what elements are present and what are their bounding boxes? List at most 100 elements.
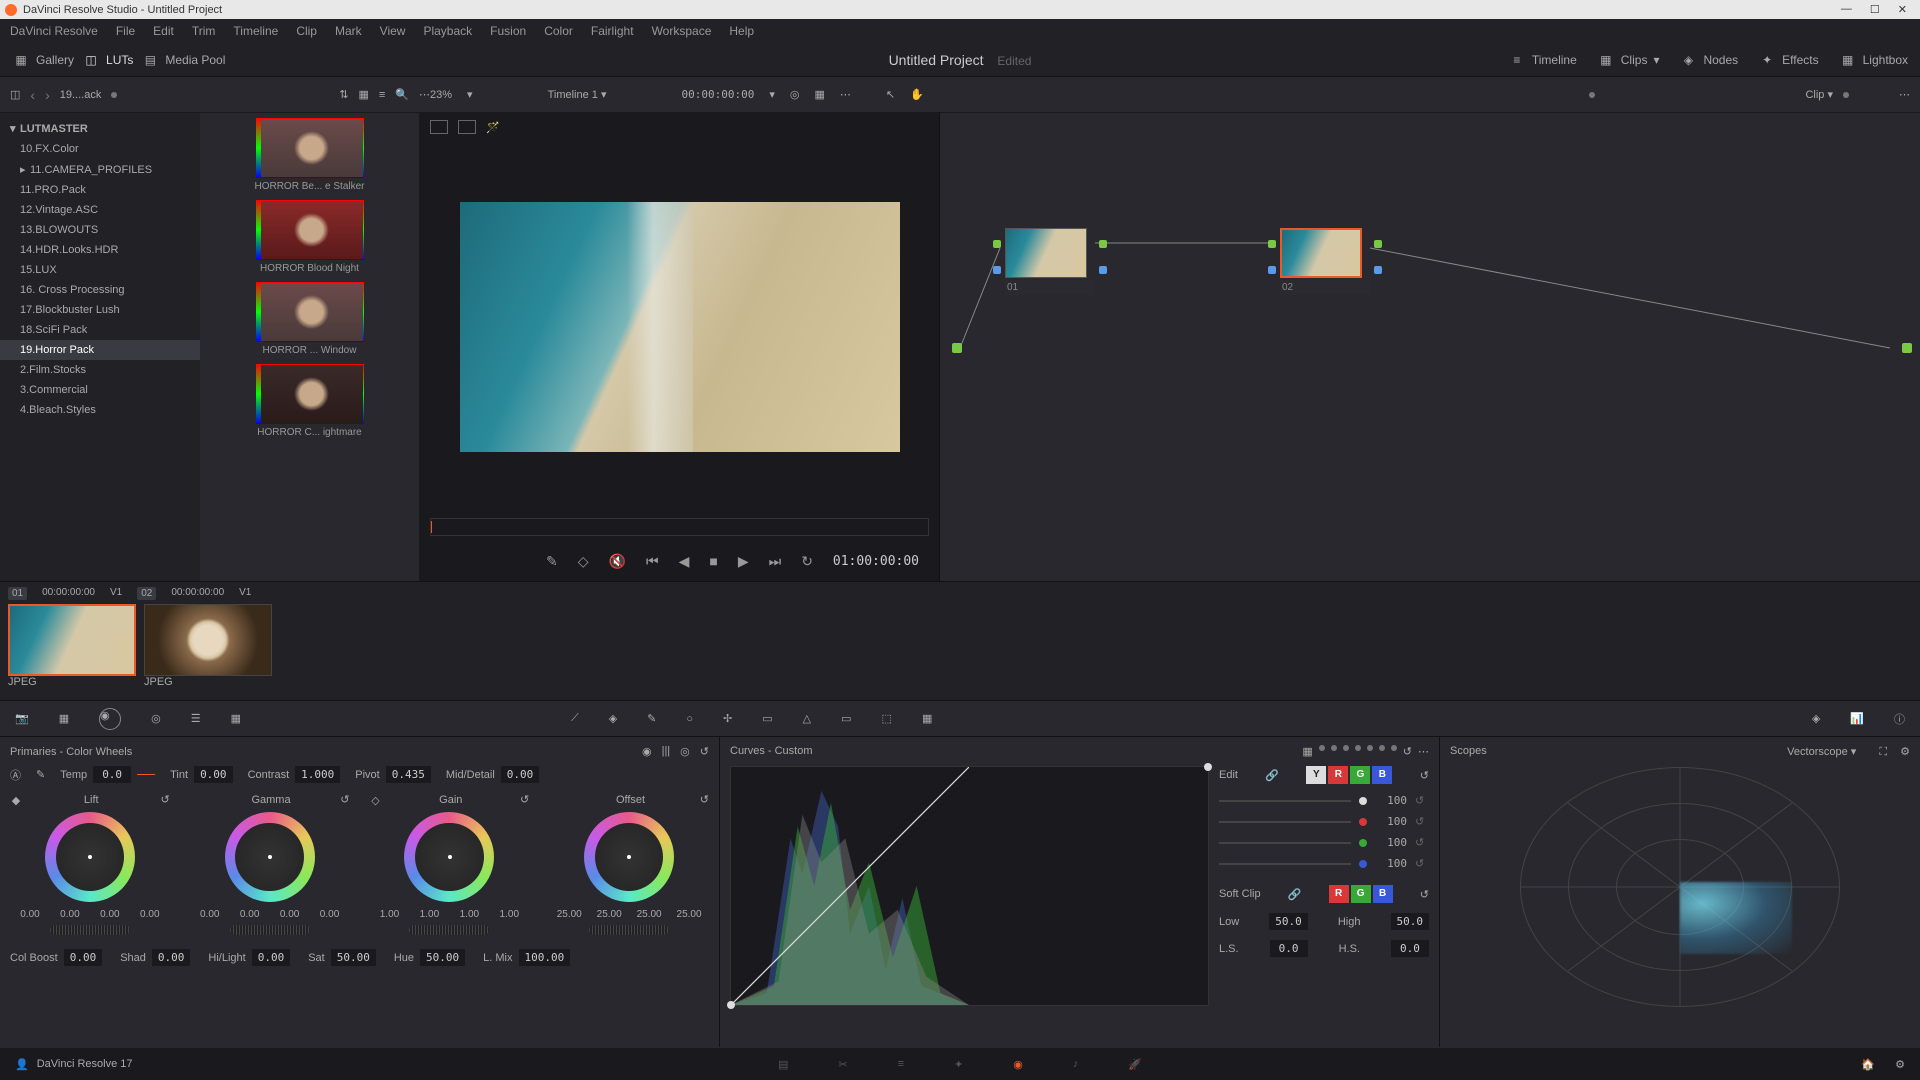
tree-item[interactable]: 10.FX.Color (0, 139, 200, 159)
timeline-button[interactable]: ≡Timeline (1508, 51, 1577, 69)
prev-clip-button[interactable]: ⏮ (646, 553, 659, 570)
menu-trim[interactable]: Trim (192, 24, 216, 38)
tree-item[interactable]: 15.LUX (0, 260, 200, 280)
mediapool-button[interactable]: ▤Media Pool (141, 51, 225, 69)
black-point-picker-icon[interactable]: ◆ (10, 794, 22, 806)
settings-icon[interactable]: ⚙ (1895, 1058, 1905, 1071)
shad-value[interactable]: 0.00 (152, 949, 191, 966)
node-graph[interactable]: 01 02 (940, 113, 1920, 581)
tree-item[interactable]: 13.BLOWOUTS (0, 220, 200, 240)
pointer-icon[interactable]: ↖ (886, 88, 895, 101)
menu-timeline[interactable]: Timeline (233, 24, 278, 38)
hue-value[interactable]: 50.00 (420, 949, 465, 966)
color-page-icon[interactable]: ◉ (1013, 1058, 1023, 1071)
tree-item[interactable]: 14.HDR.Looks.HDR (0, 240, 200, 260)
viewer-split-icon[interactable] (458, 120, 476, 134)
effects-button[interactable]: ✦Effects (1758, 51, 1818, 69)
lightbox-button[interactable]: ▦Lightbox (1839, 51, 1908, 69)
wheel-mode-icon[interactable]: ◉ (642, 745, 652, 758)
tint-value[interactable]: 0.00 (194, 766, 233, 783)
gain-master-slider[interactable] (409, 925, 489, 935)
channel-y-button[interactable]: Y (1306, 766, 1326, 784)
sat-value[interactable]: 50.00 (331, 949, 376, 966)
temp-value[interactable]: 0.0 (93, 766, 131, 783)
softclip-link-icon[interactable]: 🔗 (1288, 888, 1302, 901)
more-icon[interactable]: ⋯ (419, 88, 430, 101)
graph-input-port[interactable] (952, 343, 962, 353)
lift-reset-icon[interactable]: ↺ (161, 793, 170, 806)
low-value[interactable]: 50.0 (1269, 913, 1308, 930)
color-wheels-icon[interactable]: ◉ (99, 708, 121, 730)
nodes-button[interactable]: ◈Nodes (1679, 51, 1738, 69)
fairlight-page-icon[interactable]: ♪ (1073, 1058, 1079, 1071)
search-icon[interactable]: 🔍 (395, 88, 409, 101)
gamma-master-slider[interactable] (230, 925, 310, 935)
hand-icon[interactable]: ✋ (910, 88, 924, 101)
tree-item-active[interactable]: 19.Horror Pack (0, 340, 200, 360)
info-icon[interactable]: ⓘ (1894, 711, 1905, 727)
curve-handle[interactable] (1204, 763, 1212, 771)
node-01[interactable]: 01 (1005, 228, 1095, 295)
offset-wheel[interactable] (584, 812, 674, 902)
sizing-icon[interactable]: ⬚ (882, 712, 892, 725)
graph-more-icon[interactable]: ⋯ (1899, 88, 1910, 101)
scope-expand-icon[interactable]: ⛶ (1879, 746, 1887, 758)
viewer-wand-icon[interactable]: 🪄 (486, 121, 500, 134)
tree-item[interactable]: 4.Bleach.Styles (0, 400, 200, 420)
ls-value[interactable]: 0.0 (1270, 940, 1308, 957)
step-back-button[interactable]: ◀ (679, 553, 690, 570)
tree-item[interactable]: 3.Commercial (0, 380, 200, 400)
deliver-page-icon[interactable]: 🚀 (1128, 1058, 1142, 1071)
middetail-value[interactable]: 0.00 (501, 766, 540, 783)
lut-thumb[interactable]: HORROR Blood Night (205, 200, 414, 274)
motion-effects-icon[interactable]: ▦ (231, 712, 241, 725)
contrast-value[interactable]: 1.000 (295, 766, 340, 783)
offset-reset-icon[interactable]: ↺ (700, 793, 709, 806)
reset-icon[interactable]: ↺ (1415, 836, 1429, 849)
gamma-wheel[interactable] (225, 812, 315, 902)
edit-page-icon[interactable]: ≡ (898, 1058, 904, 1071)
bypass-icon[interactable]: ◎ (790, 88, 800, 101)
menu-mark[interactable]: Mark (335, 24, 362, 38)
lift-wheel[interactable] (45, 812, 135, 902)
clip-mode-selector[interactable]: Clip ▾ (1805, 88, 1833, 101)
maximize-button[interactable]: ☐ (1870, 3, 1880, 16)
y-intensity-slider[interactable] (1219, 800, 1351, 802)
viewer-more-icon[interactable]: ⋯ (840, 88, 851, 101)
pivot-value[interactable]: 0.435 (386, 766, 431, 783)
edit-reset-icon[interactable]: ↺ (1420, 769, 1429, 782)
color-match-icon[interactable]: ▦ (59, 712, 69, 725)
scope-mode-selector[interactable]: Vectorscope ▾ (1787, 746, 1856, 758)
g-intensity-slider[interactable] (1219, 842, 1351, 844)
key-icon[interactable]: ▭ (841, 712, 851, 725)
rgb-mixer-icon[interactable]: ☰ (191, 712, 201, 725)
viewer-timecode-in[interactable]: 00:00:00:00 (681, 88, 754, 101)
user-icon[interactable]: 👤 (15, 1058, 29, 1071)
keyframe-icon[interactable]: ◈ (1812, 712, 1820, 725)
lmix-value[interactable]: 100.00 (519, 949, 571, 966)
colboost-value[interactable]: 0.00 (64, 949, 103, 966)
zoom-level[interactable]: 23% (430, 89, 452, 101)
white-point-picker-icon[interactable]: ◇ (370, 794, 382, 806)
viewer-mode-icon[interactable] (430, 120, 448, 134)
camera-raw-icon[interactable]: 📷 (15, 712, 29, 725)
tree-item[interactable]: ▸11.CAMERA_PROFILES (0, 159, 200, 180)
timeline-selector[interactable]: Timeline 1 ▾ (548, 88, 607, 101)
reset-icon[interactable]: ↺ (1415, 857, 1429, 870)
scrubber[interactable] (430, 518, 929, 536)
link-icon[interactable]: 🔗 (1265, 769, 1279, 782)
warper-icon[interactable]: ◈ (609, 712, 617, 725)
marker-icon[interactable]: ◇ (578, 553, 589, 570)
play-button[interactable]: ▶ (738, 553, 749, 570)
softclip-g-button[interactable]: G (1351, 885, 1371, 903)
clips-button[interactable]: ▦Clips ▾ (1597, 51, 1660, 69)
viewer-image[interactable] (460, 202, 900, 452)
curve-handle[interactable] (727, 1001, 735, 1009)
sidebar-toggle-icon[interactable]: ◫ (10, 88, 20, 101)
menu-clip[interactable]: Clip (296, 24, 317, 38)
menu-workspace[interactable]: Workspace (652, 24, 712, 38)
luts-button[interactable]: ◫LUTs (82, 51, 133, 69)
high-value[interactable]: 50.0 (1391, 913, 1430, 930)
3d-icon[interactable]: ▦ (922, 712, 932, 725)
home-icon[interactable]: 🏠 (1861, 1058, 1875, 1071)
